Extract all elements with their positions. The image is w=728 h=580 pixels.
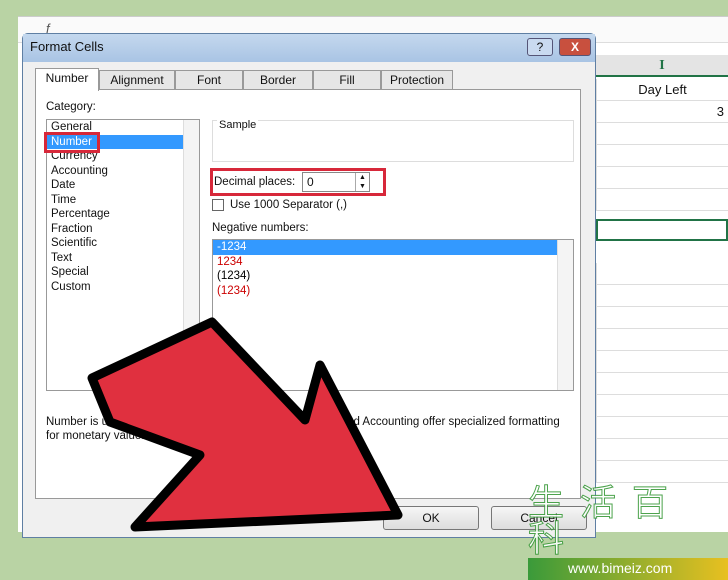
red-arrow-icon bbox=[87, 317, 403, 532]
tab-number[interactable]: Number bbox=[35, 68, 99, 91]
watermark-logo: 生活百科 www.bimeiz.com bbox=[528, 485, 728, 580]
